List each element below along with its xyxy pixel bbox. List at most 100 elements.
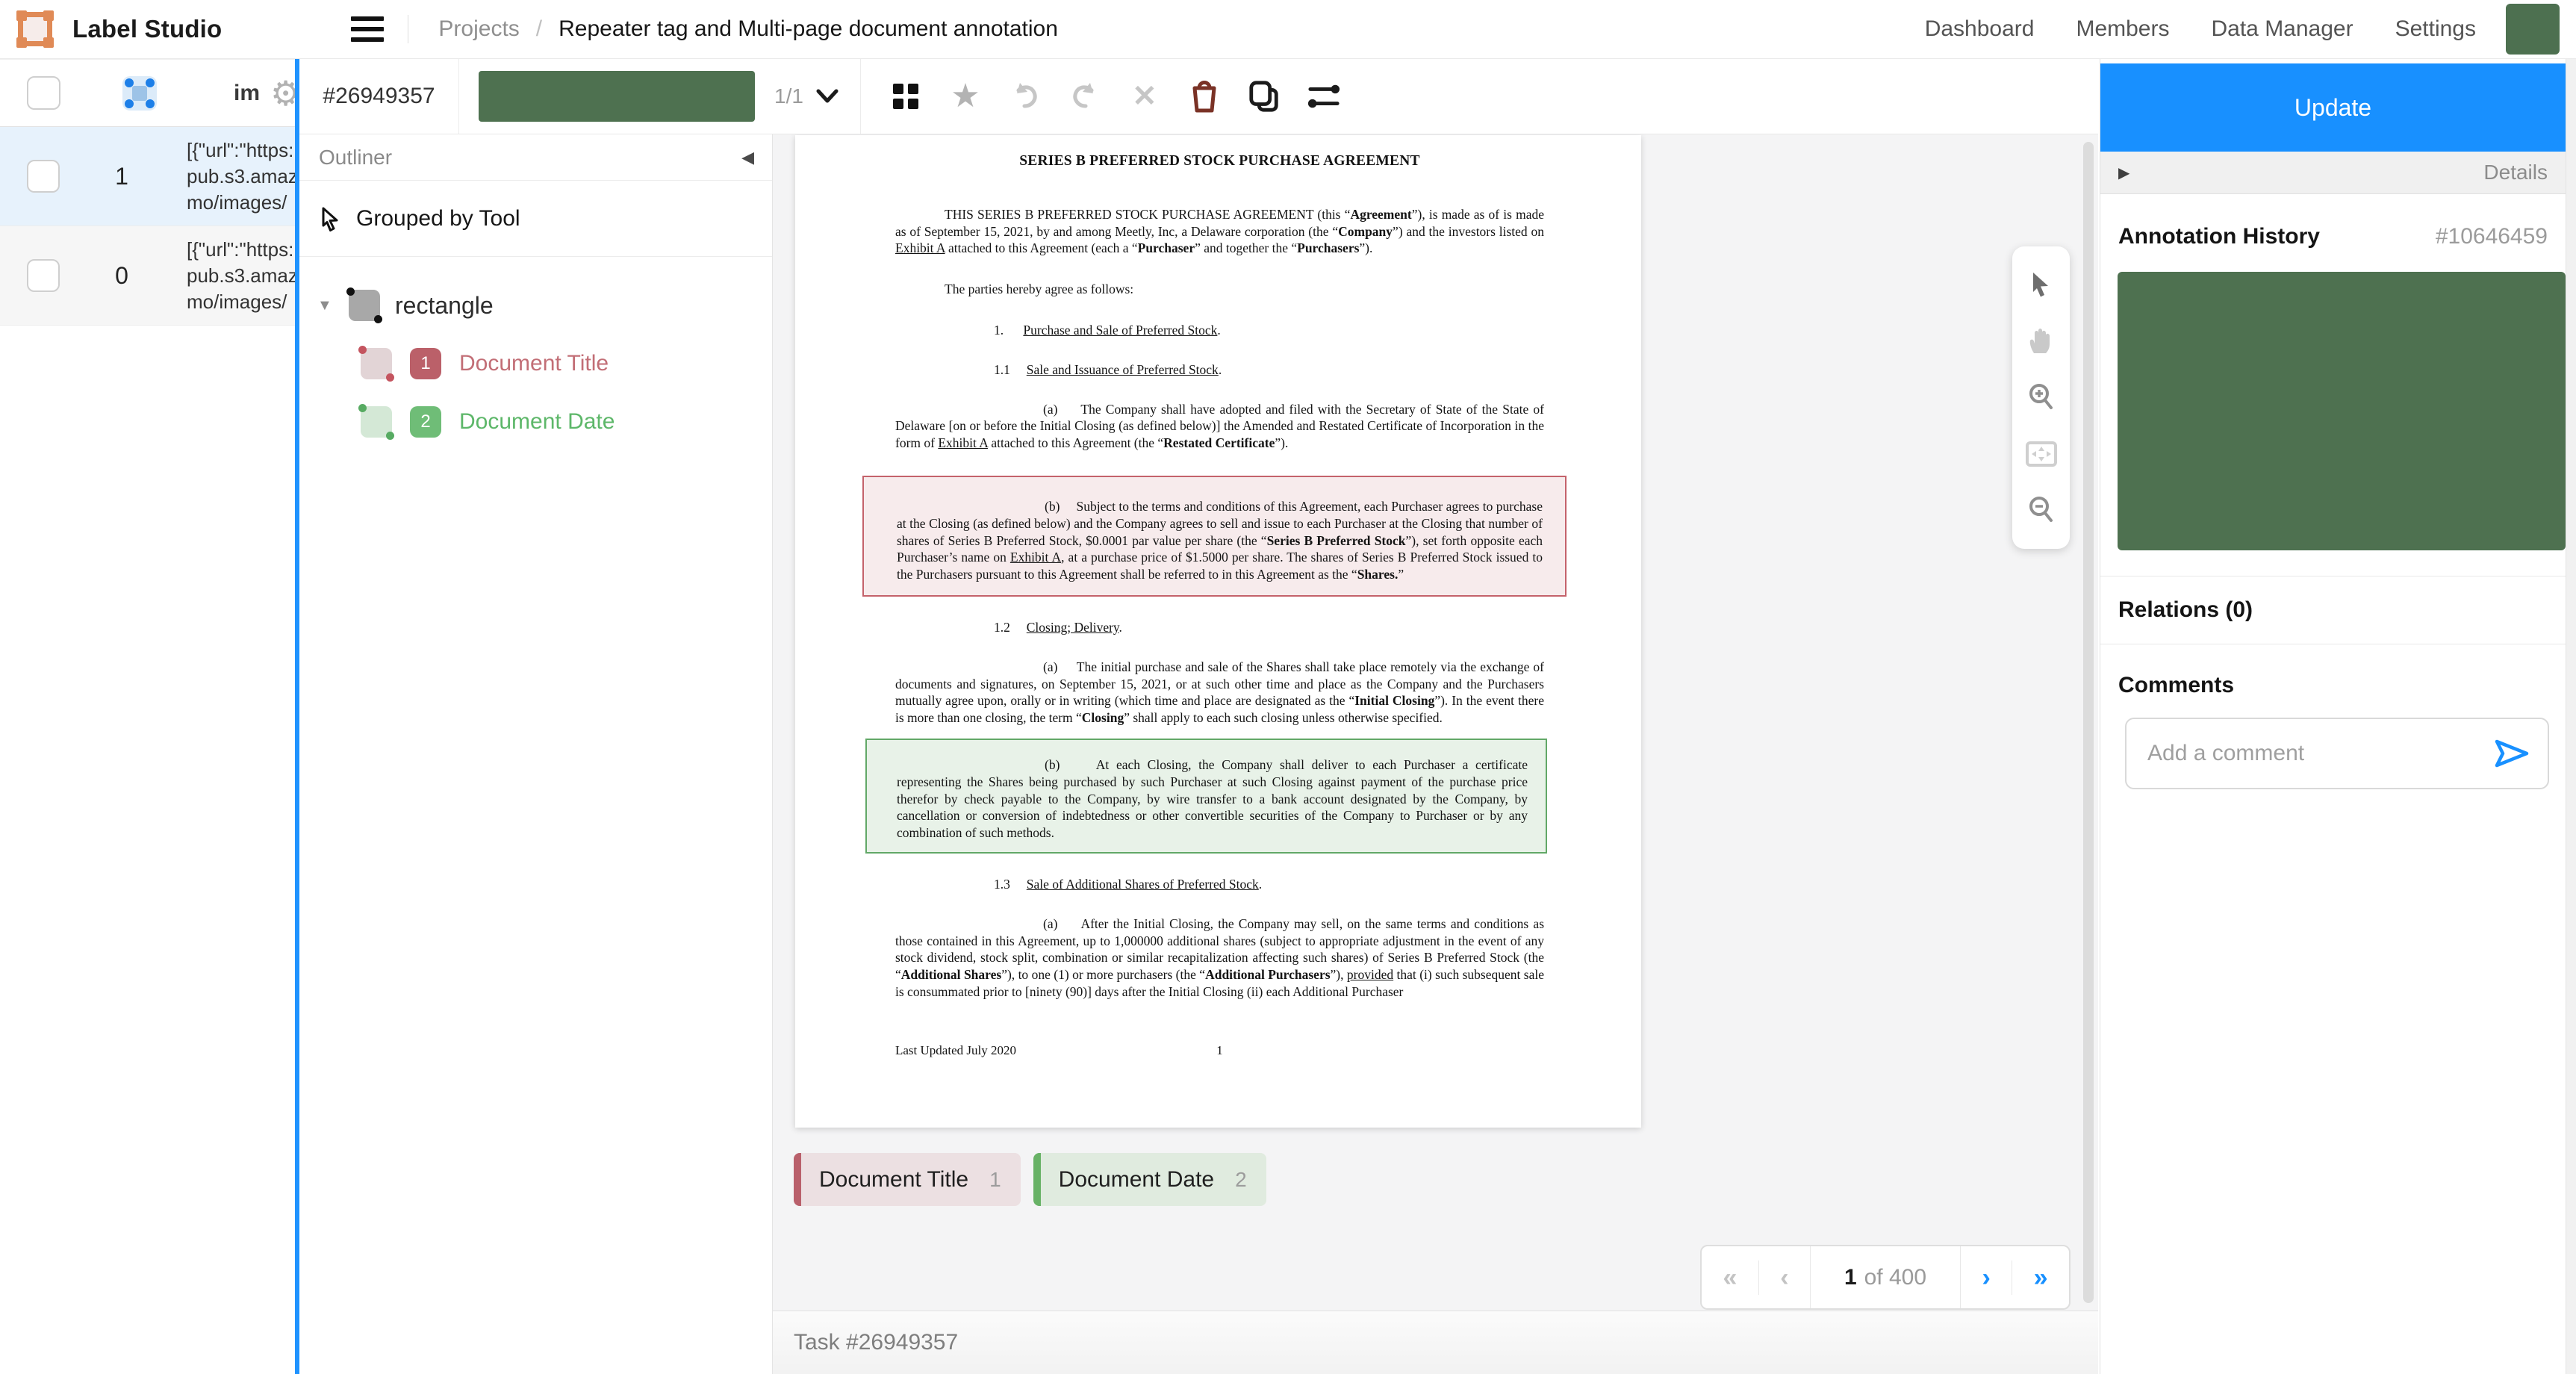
select-all-checkbox[interactable] (27, 76, 60, 110)
label-hotkey: 1 (989, 1168, 1001, 1192)
update-button[interactable]: Update (2100, 63, 2566, 152)
nav-settings[interactable]: Settings (2395, 16, 2476, 42)
delete-trash-icon[interactable] (1188, 80, 1221, 113)
outliner-collapse-icon[interactable]: ◀ (741, 148, 754, 167)
label-button-document-title[interactable]: Document Title 1 (794, 1153, 1021, 1206)
tree-caret-icon[interactable]: ▼ (317, 297, 337, 314)
duplicate-copy-icon[interactable] (1248, 80, 1281, 113)
task-paginator: « ‹ 1 of 400 › » (1700, 1245, 2071, 1310)
task-row-checkbox[interactable] (27, 259, 60, 292)
next-page-button[interactable]: › (1982, 1265, 1990, 1290)
region-highlight-document-title[interactable]: (b) Subject to the terms and conditions … (862, 476, 1567, 597)
pan-hand-tool-icon[interactable] (2022, 322, 2061, 361)
comments-section-title: Comments (2100, 644, 2566, 698)
task-annotation-count: 1 (96, 163, 148, 190)
label-color-bar (1033, 1153, 1041, 1206)
label-buttons-row: Document Title 1 Document Date 2 (794, 1153, 1266, 1206)
label-button-document-date[interactable]: Document Date 2 (1033, 1153, 1266, 1206)
doc-paragraph: The parties hereby agree as follows: (895, 281, 1544, 298)
task-data-line: [{"url":"https: (187, 137, 295, 164)
undo-icon[interactable] (1009, 80, 1042, 113)
workspace-scrollbar[interactable] (2083, 142, 2094, 1303)
prev-page-button[interactable]: ‹ (1780, 1265, 1788, 1290)
label-color-bar (794, 1153, 801, 1206)
task-data-preview: [{"url":"https: pub.s3.amaz mo/images/ (187, 237, 295, 315)
tree-group-label: rectangle (395, 292, 494, 320)
paginator-back-cell: « ‹ (1702, 1246, 1811, 1308)
move-cursor-tool-icon[interactable] (2022, 266, 2061, 305)
doc-paragraph: (a) The Company shall have adopted and f… (895, 401, 1544, 452)
annotation-history-title: Annotation History (2118, 224, 2320, 249)
chevron-down-icon[interactable] (815, 88, 839, 105)
browser-scrollbar[interactable] (2566, 59, 2576, 1374)
outliner-panel: Outliner ◀ Grouped by Tool ▼ rectangle 1… (299, 134, 773, 1374)
comment-input[interactable] (2147, 741, 2494, 766)
task-row-checkbox[interactable] (27, 160, 60, 193)
task-data-line: [{"url":"https: (187, 237, 295, 263)
document-title-text: SERIES B PREFERRED STOCK PURCHASE AGREEM… (895, 153, 1544, 170)
nav-data-manager[interactable]: Data Manager (2211, 16, 2353, 42)
details-collapse-bar[interactable]: ▶ Details (2100, 152, 2566, 194)
reset-icon[interactable]: ✕ (1128, 80, 1161, 113)
task-data-line: pub.s3.amaz (187, 164, 295, 190)
breadcrumb-projects[interactable]: Projects (438, 16, 519, 42)
first-page-button[interactable]: « (1723, 1265, 1737, 1290)
region-index-badge: 2 (410, 406, 441, 438)
paginator-status: 1 of 400 (1811, 1246, 1960, 1308)
annotator-info-redacted (479, 71, 755, 122)
center-body: Outliner ◀ Grouped by Tool ▼ rectangle 1… (299, 134, 2098, 1374)
comment-box (2125, 718, 2549, 789)
fit-to-screen-tool-icon[interactable] (2022, 435, 2061, 473)
nav-dashboard[interactable]: Dashboard (1925, 16, 2035, 42)
doc-page-number: 1 (895, 1042, 1544, 1060)
document-canvas-area: SERIES B PREFERRED STOCK PURCHASE AGREEM… (773, 134, 2098, 1374)
doc-heading: 1.1 Sale and Issuance of Preferred Stock… (895, 361, 1544, 379)
zoom-in-tool-icon[interactable] (2022, 378, 2061, 417)
region-index-badge: 1 (410, 348, 441, 379)
doc-paragraph: (a) The initial purchase and sale of the… (895, 659, 1544, 727)
caret-right-icon[interactable]: ▶ (2118, 164, 2129, 182)
user-avatar[interactable] (2506, 4, 2560, 55)
nav-members[interactable]: Members (2076, 16, 2169, 42)
annotation-workspace: #26949357 1/1 ★ ✕ (299, 59, 2098, 1374)
annotation-column-icon[interactable] (122, 76, 157, 111)
zoom-out-tool-icon[interactable] (2022, 491, 2061, 529)
current-page: 1 (1844, 1265, 1857, 1290)
outliner-title: Outliner (319, 146, 392, 170)
image-column-header: im (234, 81, 260, 106)
app-header: Label Studio Projects / Repeater tag and… (0, 0, 2576, 59)
annotation-history-header: Annotation History #10646459 (2100, 194, 2566, 249)
breadcrumb-current-project: Repeater tag and Multi-page document ann… (559, 16, 1058, 42)
task-footer-bar: Task #26949357 (773, 1311, 2098, 1374)
sidebar-resize-handle[interactable] (295, 59, 299, 1374)
grid-view-icon[interactable] (889, 80, 922, 113)
task-data-line: pub.s3.amaz (187, 263, 295, 289)
toolbar-actions: ★ ✕ (889, 80, 1340, 113)
doc-paragraph: THIS SERIES B PREFERRED STOCK PURCHASE A… (895, 206, 1544, 257)
redo-icon[interactable] (1068, 80, 1101, 113)
region-item-document-title[interactable]: 1 Document Title (299, 335, 772, 393)
region-rect-icon (361, 348, 392, 379)
last-page-button[interactable]: » (2034, 1265, 2048, 1290)
tree-group-rectangle[interactable]: ▼ rectangle (299, 276, 772, 335)
star-ground-truth-icon[interactable]: ★ (949, 80, 982, 113)
label-hotkey: 2 (1235, 1168, 1247, 1192)
regions-tree: ▼ rectangle 1 Document Title 2 Document … (299, 257, 772, 451)
task-row[interactable]: 1 [{"url":"https: pub.s3.amaz mo/images/ (0, 127, 295, 226)
group-by-tool-control[interactable]: Grouped by Tool (299, 181, 772, 257)
send-comment-icon[interactable] (2494, 738, 2530, 769)
region-label: Document Title (459, 351, 609, 376)
task-data-line: mo/images/ (187, 289, 295, 315)
hamburger-menu-icon[interactable] (351, 10, 384, 48)
task-row[interactable]: 0 [{"url":"https: pub.s3.amaz mo/images/ (0, 226, 295, 326)
top-nav: Dashboard Members Data Manager Settings (1925, 16, 2476, 42)
label-button-text: Document Title (819, 1167, 968, 1193)
relations-section-title: Relations (0) (2100, 576, 2566, 644)
settings-sliders-icon[interactable] (1307, 80, 1340, 113)
task-footer-label: Task #26949357 (794, 1330, 958, 1355)
paginator-divider (1758, 1260, 1759, 1295)
task-id: #26949357 (299, 84, 458, 109)
region-item-document-date[interactable]: 2 Document Date (299, 393, 772, 451)
region-highlight-document-date[interactable]: (b) At each Closing, the Company shall d… (865, 739, 1547, 854)
task-annotation-count: 0 (96, 262, 148, 290)
